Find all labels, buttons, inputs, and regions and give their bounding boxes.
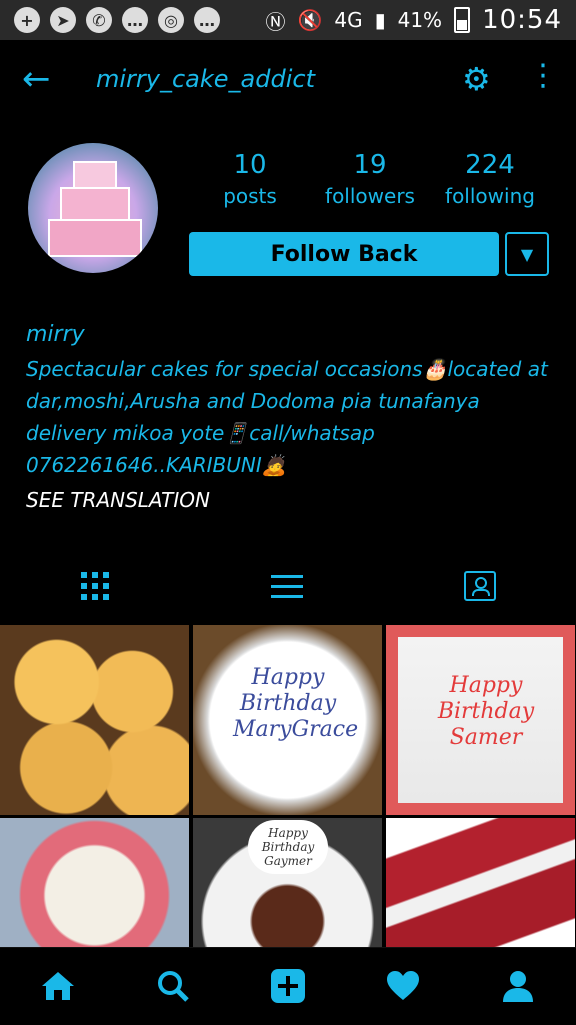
posts-label: posts bbox=[223, 184, 277, 208]
photo-thumbnail[interactable] bbox=[386, 818, 575, 947]
message-icon: … bbox=[122, 7, 148, 33]
bio-text: Spectacular cakes for special occasions🎂… bbox=[26, 357, 548, 477]
add-icon bbox=[271, 969, 305, 1003]
network-label: 4G bbox=[334, 8, 363, 32]
avatar[interactable] bbox=[28, 143, 158, 273]
photo-thumbnail[interactable]: Happy Birthday Gaymer bbox=[193, 818, 382, 947]
status-bar: + ➤ ✆ … ◎ … Ⓝ 🔇 4G ▮ 41% 10:54 bbox=[0, 0, 576, 40]
home-icon bbox=[42, 972, 74, 1000]
suggestions-dropdown-button[interactable]: ▼ bbox=[505, 232, 549, 276]
tab-grid[interactable] bbox=[65, 560, 125, 612]
mute-icon: 🔇 bbox=[297, 8, 323, 32]
profile-tabs bbox=[0, 560, 576, 612]
nav-search[interactable] bbox=[148, 966, 198, 1006]
profile-username: mirry_cake_addict bbox=[96, 65, 315, 93]
signal-icon: ▮ bbox=[374, 8, 386, 32]
chevron-down-icon: ▼ bbox=[520, 244, 534, 264]
following-count: 224 bbox=[465, 150, 515, 180]
clock: 10:54 bbox=[482, 5, 562, 35]
photo-thumbnail[interactable]: Happy Birthday MaryGrace bbox=[193, 625, 382, 815]
battery-percent: 41% bbox=[397, 8, 443, 32]
posts-count: 10 bbox=[233, 150, 267, 180]
nav-activity[interactable] bbox=[378, 966, 428, 1006]
photo-caption: Happy Birthday Samer bbox=[437, 673, 535, 750]
posts-stat[interactable]: 10 posts bbox=[195, 150, 305, 208]
display-name: mirry bbox=[26, 322, 85, 347]
profile-bio: mirry Spectacular cakes for special occa… bbox=[26, 322, 556, 481]
nav-home[interactable] bbox=[33, 966, 83, 1006]
following-stat[interactable]: 224 following bbox=[435, 150, 545, 208]
more-vertical-icon[interactable]: ⋮ bbox=[528, 58, 558, 93]
grid-icon bbox=[81, 572, 109, 600]
tagged-icon bbox=[464, 571, 496, 601]
heart-icon bbox=[387, 971, 419, 1000]
profile-icon bbox=[503, 971, 533, 1002]
battery-icon bbox=[454, 7, 471, 33]
nav-add[interactable] bbox=[263, 966, 313, 1006]
telegram-icon: ➤ bbox=[50, 7, 76, 33]
tab-list[interactable] bbox=[257, 560, 317, 612]
app-bar: ← mirry_cake_addict ⚙ ⋮ bbox=[0, 40, 576, 120]
nav-profile[interactable] bbox=[493, 966, 543, 1006]
photo-thumbnail[interactable] bbox=[0, 818, 189, 947]
followers-stat[interactable]: 19 followers bbox=[315, 150, 425, 208]
nfc-icon: Ⓝ bbox=[265, 9, 286, 34]
photo-grid: Happy Birthday MaryGrace Happy Birthday … bbox=[0, 625, 576, 947]
notification-icons: + ➤ ✆ … ◎ … bbox=[14, 7, 220, 33]
tab-tagged[interactable] bbox=[450, 560, 510, 612]
following-label: following bbox=[445, 184, 535, 208]
photo-caption: Happy Birthday Gaymer bbox=[248, 820, 328, 874]
profile-stats: 10 posts 19 followers 224 following bbox=[210, 150, 550, 220]
photo-thumbnail[interactable]: Happy Birthday Samer bbox=[386, 625, 575, 815]
whatsapp-icon: ✆ bbox=[86, 7, 112, 33]
photo-thumbnail[interactable] bbox=[0, 625, 189, 815]
followers-count: 19 bbox=[353, 150, 387, 180]
arrow-left-icon[interactable]: ← bbox=[22, 62, 51, 96]
list-icon bbox=[271, 574, 303, 598]
see-translation-link[interactable]: SEE TRANSLATION bbox=[26, 488, 210, 512]
follow-back-button[interactable]: Follow Back bbox=[189, 232, 499, 276]
instagram-icon: ◎ bbox=[158, 7, 184, 33]
followers-label: followers bbox=[325, 184, 415, 208]
gear-icon[interactable]: ⚙ bbox=[462, 60, 491, 98]
add-icon: + bbox=[14, 7, 40, 33]
message-icon: … bbox=[194, 7, 220, 33]
photo-caption: Happy Birthday MaryGrace bbox=[233, 665, 359, 742]
search-icon bbox=[158, 971, 189, 1002]
bottom-navigation bbox=[0, 947, 576, 1025]
